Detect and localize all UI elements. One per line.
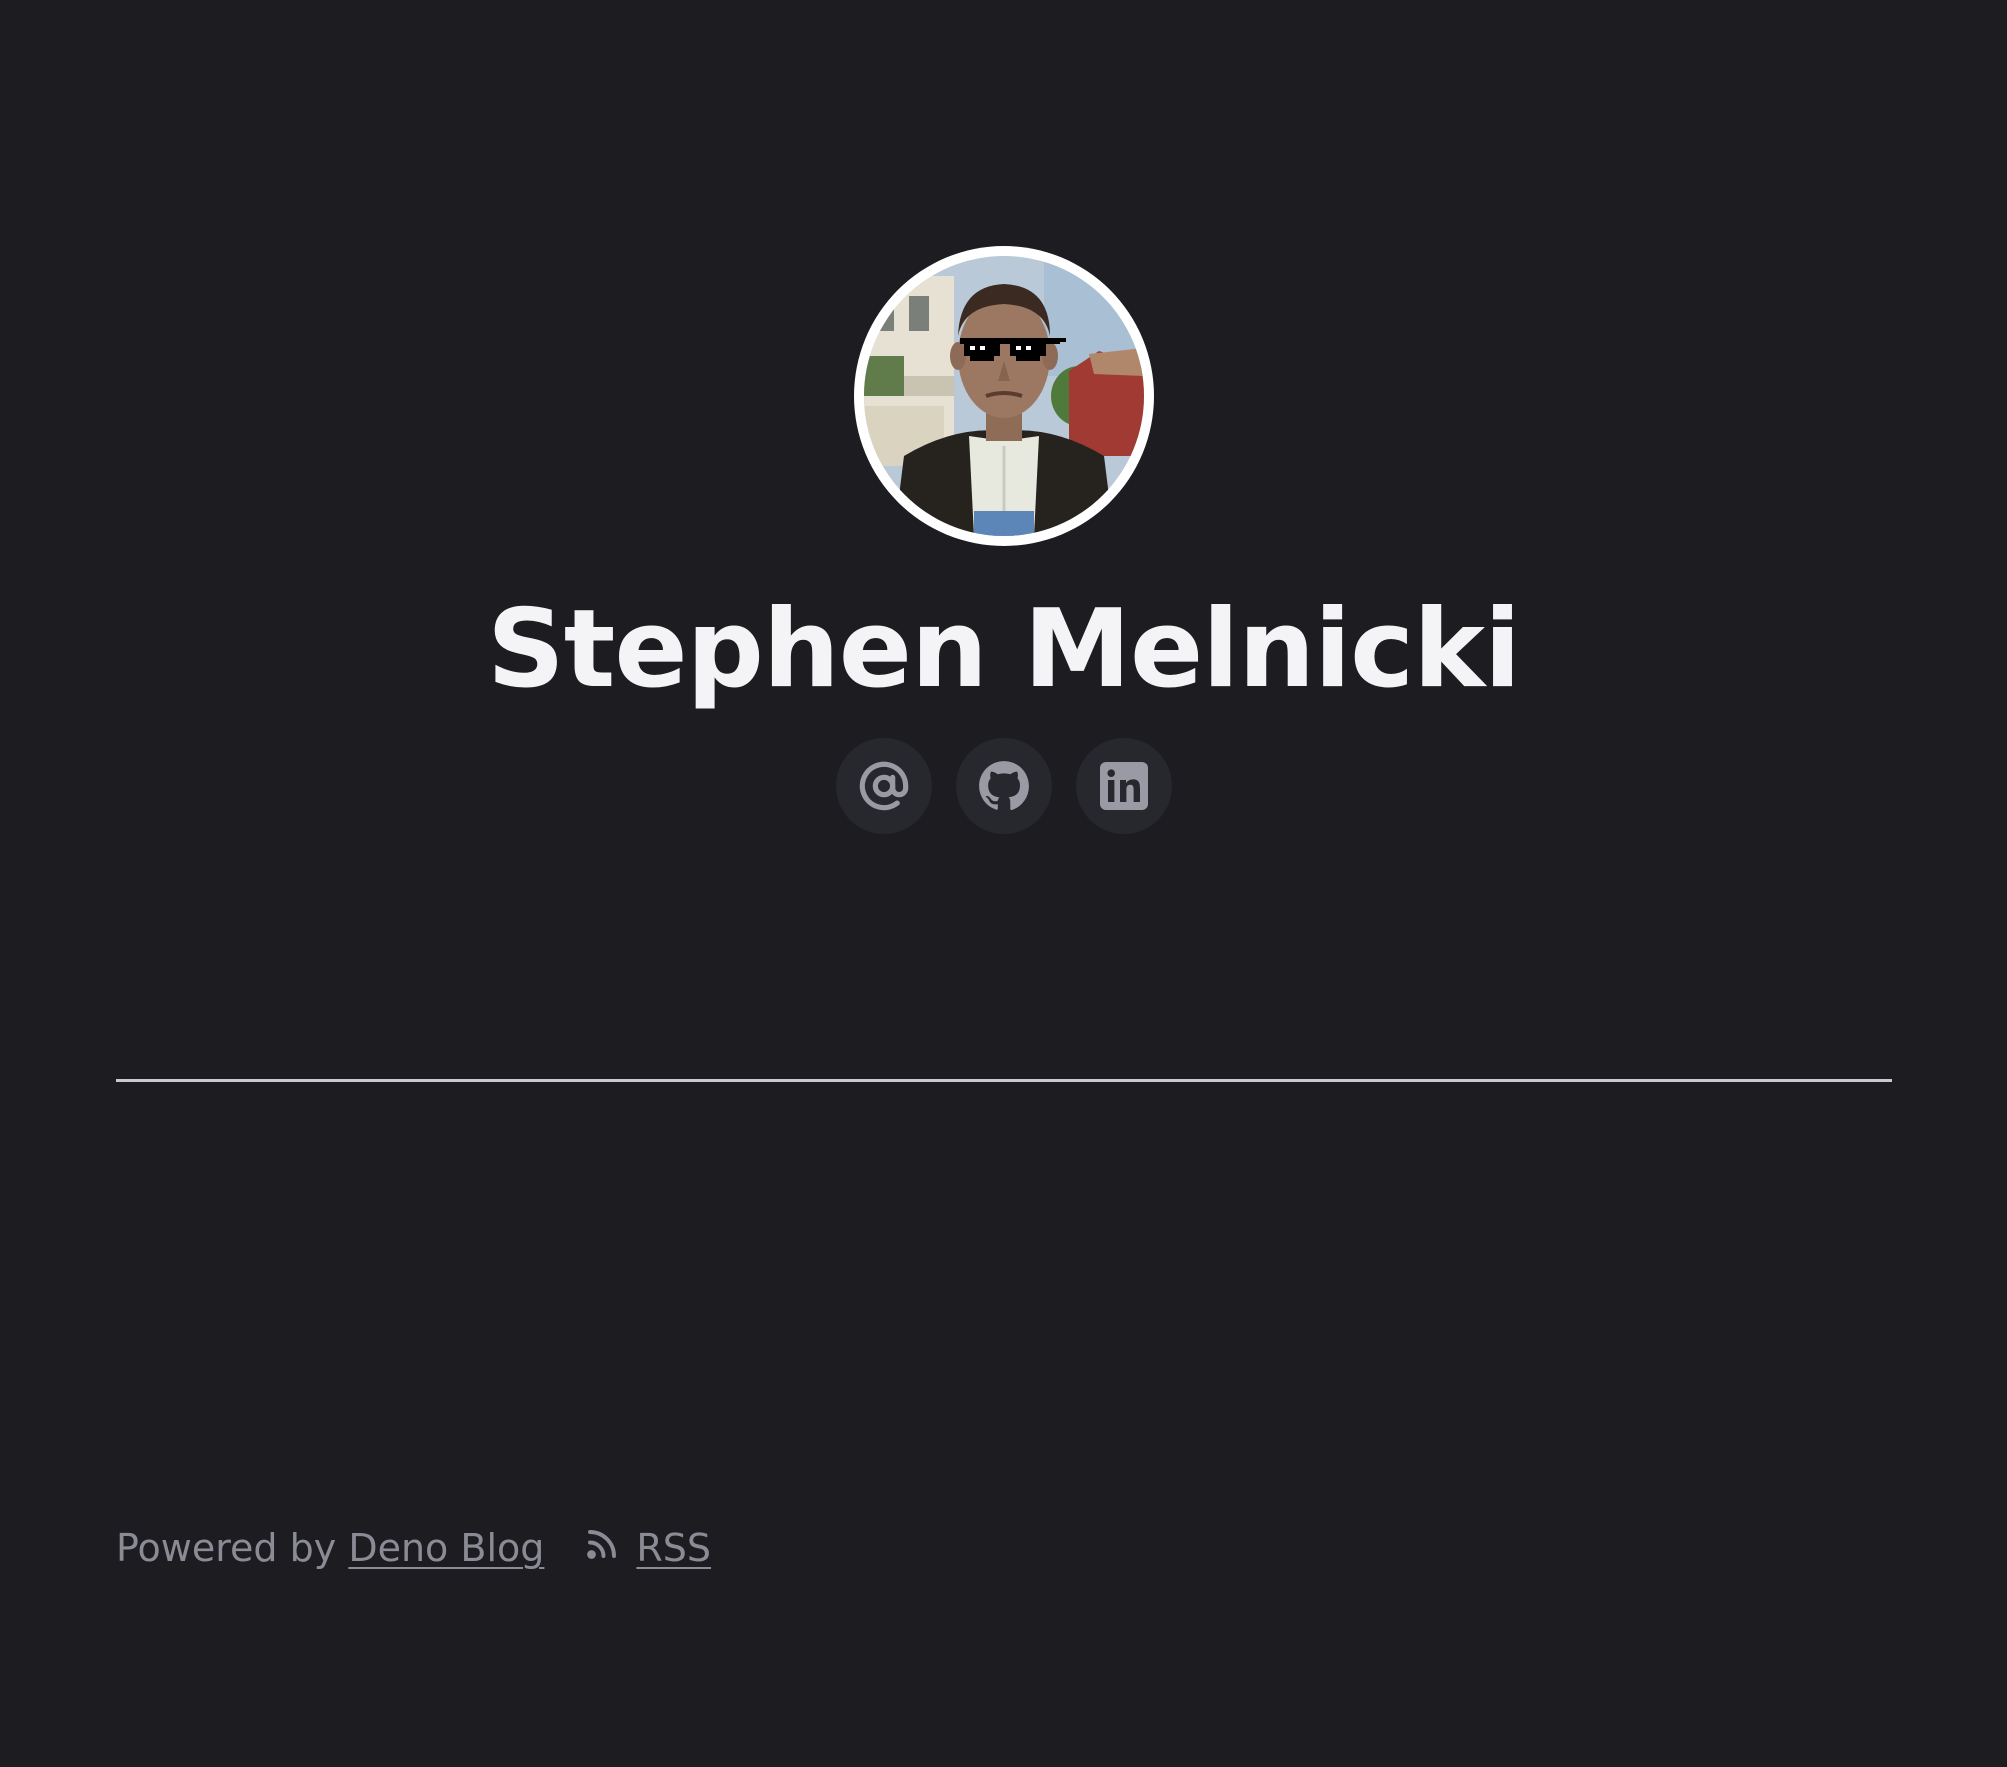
at-sign-icon — [858, 760, 910, 812]
linkedin-link[interactable] — [1075, 738, 1172, 834]
blog-home-page: Stephen Melnicki Powered by Deno Blog RS… — [0, 0, 2007, 1767]
rss-label: RSS — [636, 1526, 712, 1570]
profile-photo — [864, 256, 1144, 536]
divider — [116, 1079, 1892, 1082]
rss-link[interactable]: RSS — [584, 1526, 711, 1571]
email-link[interactable] — [835, 738, 932, 834]
avatar — [854, 246, 1154, 546]
github-icon — [978, 760, 1030, 812]
linkedin-icon — [1099, 762, 1148, 810]
deno-blog-link[interactable]: Deno Blog — [348, 1526, 544, 1570]
rss-icon — [584, 1526, 636, 1571]
social-links — [0, 738, 2007, 834]
page-title: Stephen Melnicki — [486, 587, 1521, 712]
powered-by-text: Powered by — [116, 1526, 349, 1570]
footer: Powered by Deno Blog RSS — [116, 1520, 711, 1576]
github-link[interactable] — [955, 738, 1052, 834]
